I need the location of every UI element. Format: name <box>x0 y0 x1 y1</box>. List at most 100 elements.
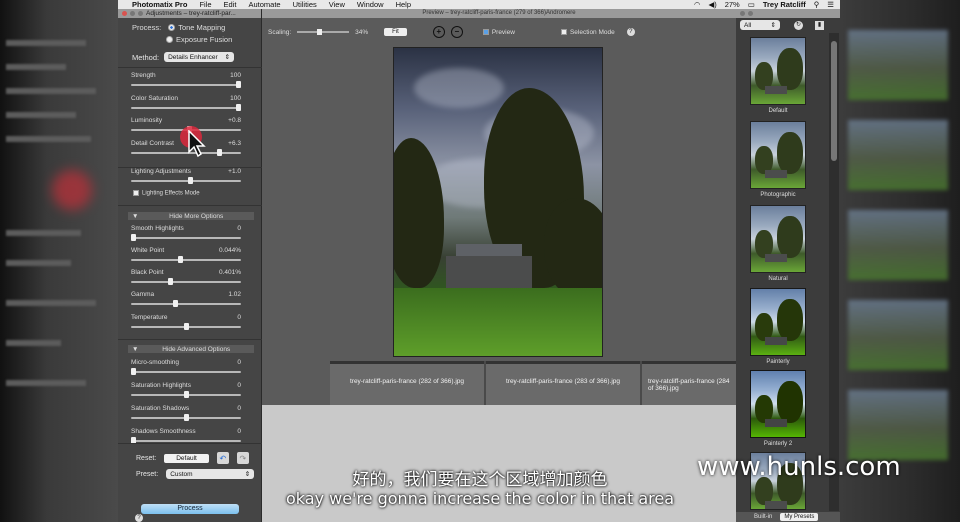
slider-gamma[interactable]: Gamma 1.02 <box>131 291 241 309</box>
slider-knob[interactable] <box>217 149 223 156</box>
radio-exposure-fusion-label[interactable]: Exposure Fusion <box>176 35 232 44</box>
tab-my-presets[interactable]: My Presets <box>780 513 819 521</box>
background-right-blur <box>840 0 960 522</box>
radio-exposure-fusion[interactable] <box>166 36 173 43</box>
selection-mode-checkbox[interactable] <box>560 28 567 35</box>
scrollbar-thumb[interactable] <box>831 41 837 161</box>
preset-default[interactable]: Default <box>750 37 806 114</box>
slider-knob[interactable] <box>131 368 136 375</box>
filmstrip-item[interactable]: trey-ratcliff-paris-france (282 of 366).… <box>330 361 484 405</box>
zoom-window-button[interactable] <box>138 11 143 16</box>
fit-button[interactable]: Fit <box>384 28 407 36</box>
presets-filter-select[interactable]: All ⇕ <box>740 20 780 30</box>
slider-saturation-shadows[interactable]: Saturation Shadows 0 <box>131 405 241 423</box>
zoom-out-icon[interactable]: − <box>450 26 463 38</box>
preset-painterly-2[interactable]: Painterly 2 <box>750 370 806 447</box>
slider-knob[interactable] <box>131 234 136 241</box>
advanced-options-title: Hide Advanced Options <box>162 345 231 353</box>
radio-tone-mapping-label[interactable]: Tone Mapping <box>178 23 225 32</box>
slider-track[interactable] <box>131 152 241 154</box>
preset-painterly[interactable]: Painterly <box>750 288 806 365</box>
section-more-options[interactable]: ▼ Hide More Options <box>128 212 254 220</box>
slider-knob[interactable] <box>178 256 184 263</box>
reset-default-button[interactable]: Default <box>164 453 209 463</box>
slider-knob[interactable] <box>183 391 189 398</box>
delete-icon[interactable]: ▮ <box>815 20 824 30</box>
menu-help[interactable]: Help <box>396 0 411 9</box>
scaling-value: 34% <box>355 28 369 36</box>
menu-utilities[interactable]: Utilities <box>293 0 317 9</box>
help-icon[interactable]: ? <box>626 28 635 36</box>
menu-app-name[interactable]: Photomatix Pro <box>132 0 187 9</box>
wifi-icon[interactable]: ◠ <box>694 0 701 9</box>
adjustments-title-bar: Adjustments – trey-ratcliff-par... <box>118 9 261 18</box>
preview-checkbox[interactable] <box>482 28 489 35</box>
zoom-in-icon[interactable]: + <box>432 26 445 38</box>
menu-window[interactable]: Window <box>357 0 384 9</box>
spotlight-icon[interactable]: ⚲ <box>814 0 820 9</box>
list-icon[interactable]: ☰ <box>827 0 834 9</box>
slider-knob[interactable] <box>173 300 178 307</box>
minimize-window-button[interactable] <box>130 11 135 16</box>
slider-knob[interactable] <box>183 323 189 330</box>
section-advanced-options[interactable]: ▼ Hide Advanced Options <box>128 345 254 353</box>
slider-knob[interactable] <box>187 177 193 184</box>
redo-icon[interactable]: ↷ <box>236 452 249 464</box>
slider-track[interactable] <box>131 371 241 373</box>
help-icon[interactable]: ? <box>135 514 143 522</box>
scaling-slider[interactable] <box>297 29 350 35</box>
preset-photographic[interactable]: Photographic <box>750 121 806 198</box>
slider-track[interactable] <box>131 180 241 182</box>
collapse-triangle-icon[interactable]: ▼ <box>132 346 138 353</box>
slider-track[interactable] <box>131 440 241 442</box>
selection-mode-row[interactable]: Selection Mode <box>560 28 615 36</box>
slider-shadows-smoothness-value: 0 <box>237 428 241 435</box>
volume-icon[interactable]: ◀) <box>708 0 716 9</box>
close-window-button[interactable] <box>740 11 745 16</box>
menu-edit[interactable]: Edit <box>224 0 237 9</box>
radio-tone-mapping[interactable] <box>168 24 176 31</box>
slider-knob[interactable] <box>236 81 241 88</box>
menu-file[interactable]: File <box>199 0 211 9</box>
slider-strength[interactable]: Strength 100 <box>131 72 241 90</box>
slider-track[interactable] <box>131 107 241 109</box>
slider-track[interactable] <box>131 303 241 305</box>
slider-track[interactable] <box>131 281 241 283</box>
filmstrip-item[interactable]: trey-ratcliff-paris-france (283 of 366).… <box>486 361 640 405</box>
slider-gamma-value: 1.02 <box>228 291 241 298</box>
slider-track[interactable] <box>131 84 241 86</box>
minimize-window-button[interactable] <box>748 11 753 16</box>
menu-automate[interactable]: Automate <box>248 0 280 9</box>
filmstrip-item[interactable]: trey-ratcliff-paris-france (284 of 366).… <box>642 361 736 405</box>
lighting-effects-checkbox[interactable] <box>133 190 139 196</box>
method-select[interactable]: Details Enhancer ⇕ <box>164 52 235 62</box>
tab-built-in[interactable]: Built-in <box>750 513 776 521</box>
menu-view[interactable]: View <box>329 0 345 9</box>
slider-color-saturation[interactable]: Color Saturation 100 <box>131 95 241 113</box>
slider-black-point[interactable]: Black Point 0.401% <box>131 269 241 287</box>
presets-scrollbar[interactable] <box>829 33 839 511</box>
battery-percent[interactable]: 27% <box>725 0 740 9</box>
slider-knob[interactable] <box>183 414 189 421</box>
slider-white-point[interactable]: White Point 0.044% <box>131 247 241 265</box>
slider-track[interactable] <box>131 237 241 239</box>
slider-temperature[interactable]: Temperature 0 <box>131 314 241 332</box>
slider-micro-smoothing[interactable]: Micro-smoothing 0 <box>131 359 241 377</box>
preview-checkbox-row[interactable]: Preview <box>482 28 515 36</box>
slider-track[interactable] <box>131 259 241 261</box>
battery-icon[interactable]: ▭ <box>748 0 755 9</box>
slider-lighting-adjustments[interactable]: Lighting Adjustments +1.0 <box>131 168 241 186</box>
undo-icon[interactable]: ↶ <box>216 452 229 464</box>
user-name[interactable]: Trey Ratcliff <box>763 0 806 9</box>
slider-saturation-highlights[interactable]: Saturation Highlights 0 <box>131 382 241 400</box>
lighting-effects-mode-row[interactable]: Lighting Effects Mode <box>133 190 200 197</box>
preset-natural[interactable]: Natural <box>750 205 806 282</box>
preview-image[interactable] <box>393 47 603 357</box>
slider-knob[interactable] <box>167 278 173 285</box>
slider-knob[interactable] <box>236 104 241 111</box>
refresh-icon[interactable]: ↻ <box>794 20 803 30</box>
slider-smooth-highlights[interactable]: Smooth Highlights 0 <box>131 225 241 243</box>
close-window-button[interactable] <box>122 11 127 16</box>
slider-detail-contrast-label: Detail Contrast <box>131 140 174 147</box>
collapse-triangle-icon[interactable]: ▼ <box>132 213 138 220</box>
